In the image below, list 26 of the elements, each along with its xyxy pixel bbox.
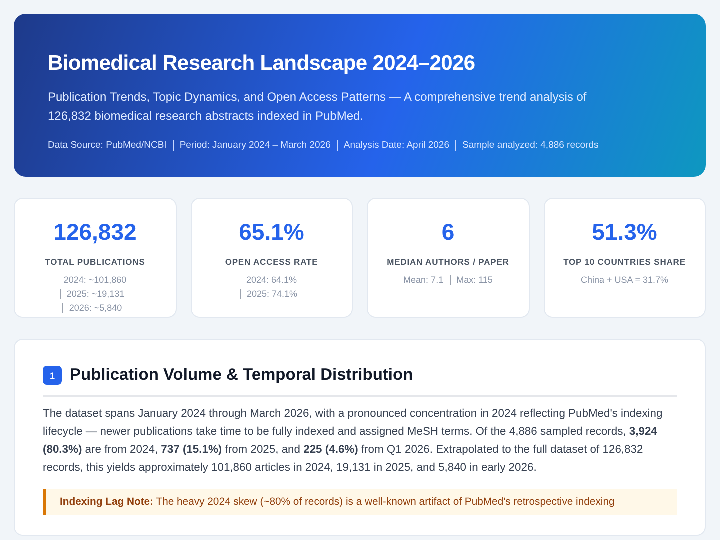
section-paragraph: The dataset spans January 2024 through March 2026, with a pronounced concentration in 2024 reflecting PubMed's indexing lifecycle — newer publications take time to be fully indexed and assigned MeSH terms. Of the 4,886 sampled records, 3,924 (80.3%) are from 2024, 737 (15.1%) from 2025, and 225 (4.6%) from Q1 2026. Extrapolated to the full dataset of 126,832 records, this yields approximately 101,860 articles in 2024, 19,131 in 2025, and 5,840 in early 2026. [43, 407, 664, 476]
meta-text: Analysis Date: April 2026 [336, 140, 456, 151]
stat-detail: 2025: 74.1% [240, 289, 304, 299]
stat-label: MEDIAN AUTHORS / PAPER [387, 257, 510, 267]
stat-detail: Mean: 7.1 [402, 275, 445, 285]
note-text: Indexing Lag Note: The heavy 2024 skew (~80% of records) is a well-known artifact of PubMed's retrospective indexing [60, 496, 616, 510]
stat-value: 65.1% [239, 219, 304, 246]
stat-value: 6 [442, 219, 455, 246]
meta-text: Period: January 2024 – March 2026 [172, 140, 337, 151]
page-subtitle: Publication Trends, Topic Dynamics, and Open Access Patterns — A comprehensive trend analysis of 126,832 biomedical research abstracts indexed in PubMed. [48, 89, 588, 125]
stat-label: TOTAL PUBLICATIONS [45, 257, 146, 267]
stat-value: 126,832 [54, 219, 137, 246]
stat-detail: 2024: 64.1% [245, 275, 298, 285]
stat-detail: Max: 115 [450, 275, 499, 285]
page-title: Biomedical Research Landscape 2024–2026 [48, 52, 476, 76]
stat-label: TOP 10 COUNTRIES SHARE [564, 257, 686, 267]
meta-text: Sample analyzed: 4,886 records [455, 140, 605, 151]
stat-detail: 2025: ~19,131 [60, 289, 131, 299]
meta-text: Data Source: PubMed/NCBI [48, 140, 168, 151]
stat-detail: China + USA = 31.7% [580, 275, 670, 285]
stat-detail: 2026: ~5,840 [62, 303, 128, 313]
stat-label: OPEN ACCESS RATE [225, 257, 318, 267]
stat-detail: 2024: ~101,860 [62, 275, 128, 285]
section-title: Publication Volume & Temporal Distribution [70, 366, 414, 385]
section-number-badge: 1 [43, 366, 62, 385]
stat-value: 51.3% [592, 219, 658, 246]
